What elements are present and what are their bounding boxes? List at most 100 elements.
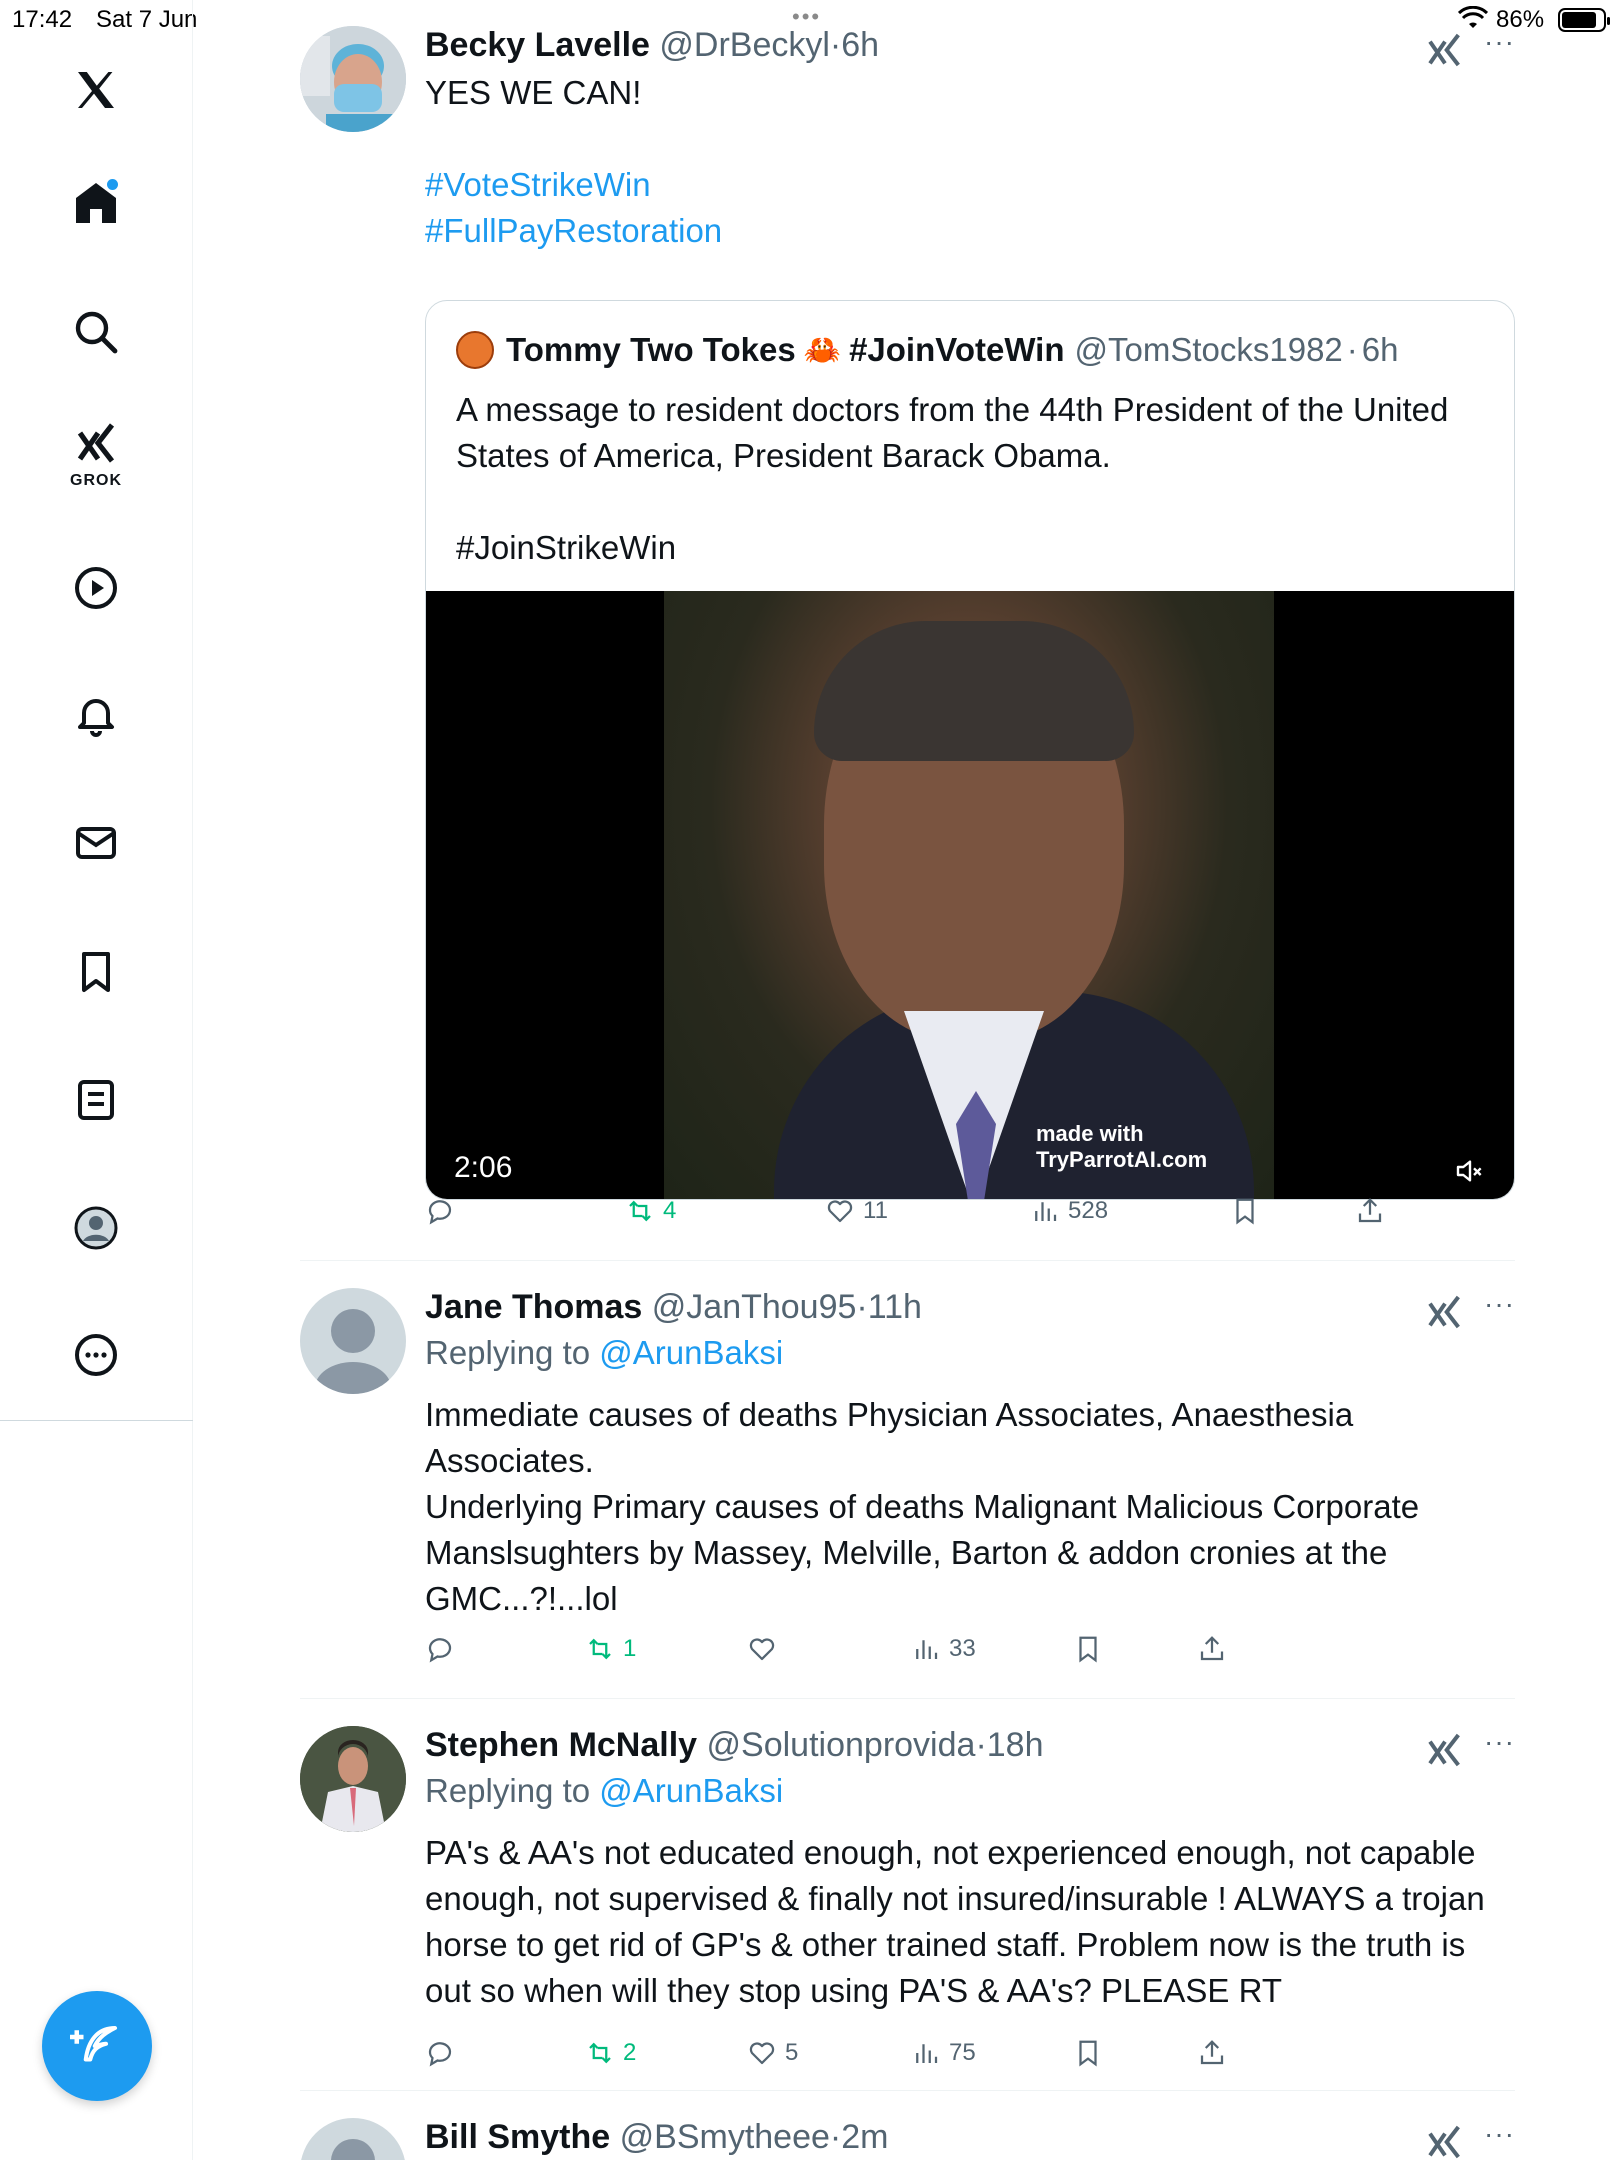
quoted-hashtag[interactable]: #JoinStrikeWin [456, 525, 1476, 571]
quoted-post-text: A message to resident doctors from the 4… [456, 387, 1476, 571]
avatar[interactable] [300, 2118, 406, 2160]
like-button[interactable] [747, 1634, 785, 1664]
quoted-post[interactable]: Tommy Two Tokes 🦀 #JoinVoteWin @TomStock… [425, 300, 1515, 1200]
post-time[interactable]: 2m [841, 2118, 888, 2156]
crab-emoji: 🦀 [803, 333, 842, 367]
author-name[interactable]: Jane Thomas [425, 1288, 642, 1326]
home-icon[interactable] [56, 163, 136, 243]
repost-button[interactable]: 1 [585, 1634, 636, 1664]
lists-icon[interactable] [56, 1060, 136, 1140]
messages-icon[interactable] [56, 803, 136, 883]
grok-explain-icon[interactable] [1425, 2122, 1465, 2160]
post-header: Stephen McNally @Solutionprovida·18h [425, 1726, 1044, 1764]
replying-to: Replying to @ArunBaksi [425, 1334, 783, 1372]
reply-button[interactable] [425, 2038, 463, 2068]
post-stephen-mcnally[interactable]: Stephen McNally @Solutionprovida·18h ···… [300, 1726, 1515, 2106]
notification-dot [107, 179, 118, 190]
post-time[interactable]: 6h [841, 26, 879, 64]
quoted-author-name[interactable]: Tommy Two Tokes [506, 331, 796, 369]
post-more-icon[interactable]: ··· [1484, 26, 1515, 58]
like-count: 5 [785, 2039, 799, 2066]
repost-button[interactable]: 4 [625, 1196, 676, 1226]
views-icon [916, 2044, 938, 2063]
hashtag-link[interactable]: #VoteStrikeWin [425, 162, 722, 208]
bookmark-icon [1079, 2040, 1097, 2067]
profile-icon[interactable] [56, 1188, 136, 1268]
post-time[interactable]: 11h [868, 1288, 922, 1326]
bookmarks-icon[interactable] [56, 932, 136, 1012]
views-count: 528 [1068, 1197, 1109, 1224]
views-icon [1035, 1202, 1057, 1221]
hashtag-link[interactable]: #FullPayRestoration [425, 208, 722, 254]
views-button[interactable]: 33 [911, 1634, 976, 1664]
x-logo-icon[interactable] [56, 50, 136, 130]
heart-icon [749, 2042, 775, 2065]
author-handle[interactable]: @JanThou95 [652, 1288, 857, 1326]
bookmark-button[interactable] [1073, 1634, 1111, 1664]
video-player[interactable]: made with TryParrotAI.com 2:06 [426, 591, 1514, 1199]
post-jane-thomas[interactable]: Jane Thomas @JanThou95·11h ··· Replying … [300, 1288, 1515, 1668]
mute-icon[interactable] [1454, 1155, 1486, 1187]
video-duration: 2:06 [454, 1151, 513, 1184]
quoted-avatar[interactable] [456, 331, 494, 369]
repost-button[interactable]: 2 [585, 2038, 636, 2068]
reply-icon [428, 1200, 452, 1225]
share-icon [1200, 2040, 1224, 2065]
repost-count: 4 [663, 1197, 677, 1224]
reply-icon [428, 2042, 452, 2067]
quoted-post-time[interactable]: 6h [1362, 331, 1399, 369]
post-divider [300, 1698, 1515, 1699]
author-handle[interactable]: @BSmytheee [620, 2118, 830, 2156]
post-text: PA's & AA's not educated enough, not exp… [425, 1834, 1485, 2009]
post-bill-smythe[interactable]: Bill Smythe @BSmytheee·2m ··· [300, 2118, 1515, 2160]
reply-mention-link[interactable]: @ArunBaksi [599, 1334, 783, 1371]
grok-explain-icon[interactable] [1425, 1292, 1465, 1332]
reply-mention-link[interactable]: @ArunBaksi [599, 1772, 783, 1809]
replying-prefix: Replying to [425, 1772, 600, 1809]
post-text-line: YES WE CAN! [425, 74, 642, 111]
bookmark-button[interactable] [1230, 1196, 1268, 1226]
avatar[interactable] [300, 26, 406, 132]
compose-post-button[interactable] [42, 1991, 152, 2101]
heart-icon [749, 1638, 775, 1661]
replying-prefix: Replying to [425, 1334, 600, 1371]
grok-label: GROK [70, 472, 122, 489]
avatar[interactable] [300, 1726, 406, 1832]
more-icon[interactable] [56, 1315, 136, 1395]
grok-explain-icon[interactable] [1425, 1730, 1465, 1770]
like-button[interactable]: 11 [825, 1196, 888, 1226]
author-name[interactable]: Stephen McNally [425, 1726, 697, 1764]
bookmark-button[interactable] [1073, 2038, 1111, 2068]
reply-button[interactable] [425, 1196, 463, 1226]
post-more-icon[interactable]: ··· [1484, 2118, 1515, 2150]
video-frame[interactable] [664, 591, 1274, 1199]
grok-explain-icon[interactable] [1425, 30, 1465, 70]
author-name[interactable]: Becky Lavelle [425, 26, 650, 64]
quoted-author-handle[interactable]: @TomStocks1982 [1075, 331, 1343, 369]
video-icon[interactable] [56, 548, 136, 628]
post-header: Becky Lavelle @DrBeckyl·6h [425, 26, 880, 64]
author-handle[interactable]: @DrBeckyl [659, 26, 830, 64]
share-button[interactable] [1355, 1196, 1393, 1226]
share-button[interactable] [1197, 2038, 1235, 2068]
post-more-icon[interactable]: ··· [1484, 1288, 1515, 1320]
author-handle[interactable]: @Solutionprovida [707, 1726, 976, 1764]
avatar[interactable] [300, 1288, 406, 1394]
quoted-author-tag[interactable]: #JoinVoteWin [849, 331, 1064, 369]
post-becky-lavelle[interactable]: Becky Lavelle @DrBeckyl·6h ··· YES WE CA… [300, 26, 1515, 1246]
quoted-text-body: A message to resident doctors from the 4… [456, 391, 1449, 474]
sidebar-divider [0, 1420, 193, 1421]
search-icon[interactable] [56, 292, 136, 372]
post-time[interactable]: 18h [987, 1726, 1044, 1764]
author-name[interactable]: Bill Smythe [425, 2118, 610, 2156]
grok-icon[interactable]: GROK [56, 410, 136, 490]
views-button[interactable]: 528 [1030, 1196, 1108, 1226]
views-button[interactable]: 75 [911, 2038, 976, 2068]
post-more-icon[interactable]: ··· [1484, 1726, 1515, 1758]
notifications-icon[interactable] [56, 675, 136, 755]
like-button[interactable]: 5 [747, 2038, 798, 2068]
reply-button[interactable] [425, 1634, 463, 1664]
watermark-line: TryParrotAI.com [1036, 1147, 1208, 1172]
share-button[interactable] [1197, 1634, 1235, 1664]
post-header: Jane Thomas @JanThou95·11h [425, 1288, 922, 1326]
